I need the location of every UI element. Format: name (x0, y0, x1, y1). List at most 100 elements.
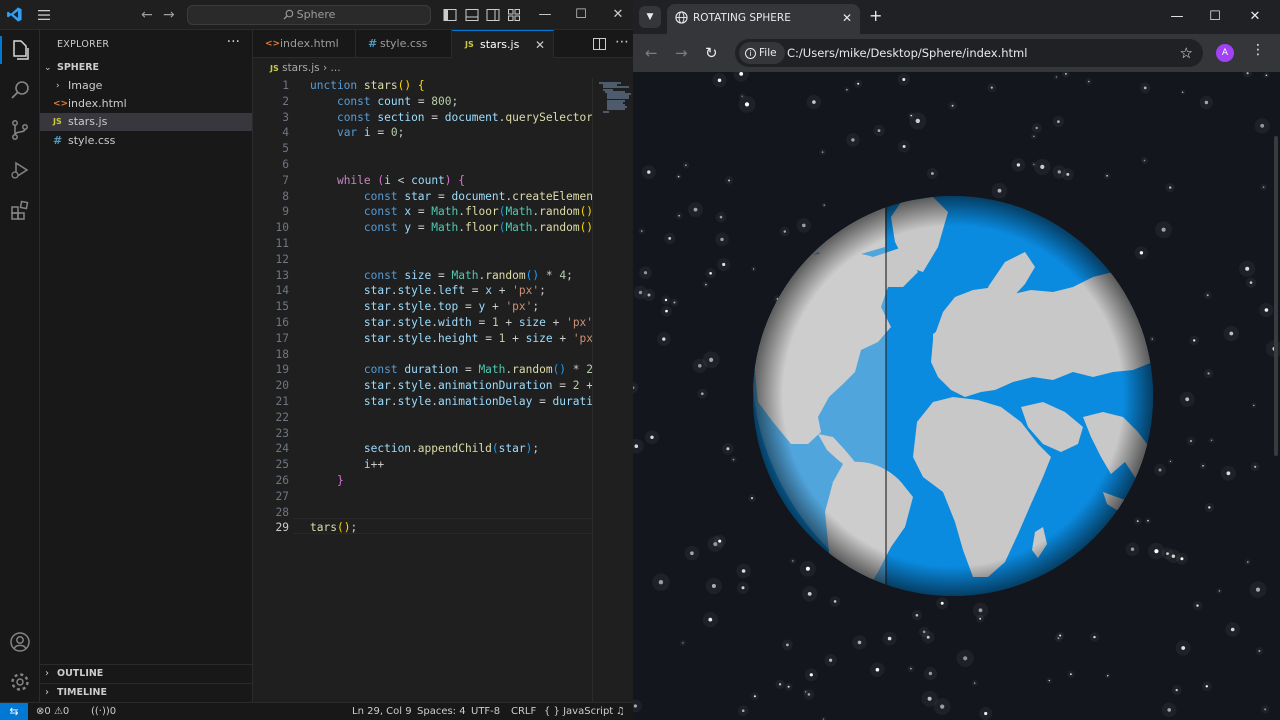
customize-layout-icon[interactable] (507, 8, 521, 22)
new-tab-plus-icon[interactable]: + (869, 5, 882, 27)
line-number: 3 (282, 110, 289, 124)
toggle-primary-sidebar-icon[interactable] (443, 8, 457, 22)
line-number: 10 (275, 221, 289, 235)
close-button[interactable]: ✕ (603, 0, 633, 30)
menu-icon[interactable] (36, 7, 52, 23)
breadcrumb: JS stars.js › ... (253, 58, 633, 78)
folder-root[interactable]: ⌄ SPHERE (40, 59, 252, 77)
js-file-icon: JS (270, 64, 279, 73)
minimize-button[interactable]: — (1158, 0, 1196, 34)
browser-window: ▼ ROTATING SPHERE ✕ + — ☐ ✕ ← → ↻ i File … (633, 0, 1280, 720)
url-text[interactable]: C:/Users/mike/Desktop/Sphere/index.html (787, 39, 1027, 67)
explorer-files-icon[interactable] (8, 38, 32, 62)
ports-indicator[interactable]: ((·))0 (91, 703, 116, 720)
tab-label: stars.js (480, 38, 520, 51)
settings-gear-icon[interactable] (8, 670, 32, 694)
line-number: 11 (275, 236, 289, 250)
tab-search-chevron-icon[interactable]: ▼ (639, 6, 661, 28)
line-number: 16 (275, 315, 289, 329)
end-of-line[interactable]: CRLF (511, 703, 536, 720)
line-number: 12 (275, 252, 289, 266)
js-file-icon: JS (465, 40, 474, 49)
line-number: 28 (275, 505, 289, 519)
timeline-section[interactable]: › TIMELINE (40, 683, 252, 701)
remote-indicator-icon[interactable]: ⇆ (0, 703, 28, 720)
line-number: 19 (275, 363, 289, 377)
tab-stars-js[interactable]: JS stars.js ✕ (452, 30, 554, 58)
close-icon[interactable]: ✕ (535, 31, 545, 59)
code-line-26: } (336, 473, 344, 487)
kebab-menu-icon[interactable]: ⋮ (1251, 42, 1265, 58)
tree-item-stars-js[interactable]: JS stars.js (40, 113, 252, 131)
breadcrumb-symbol[interactable]: ... (331, 62, 341, 74)
forward-arrow-icon[interactable]: → (675, 43, 688, 63)
code-line-13: const size = Math.random() * 4; (363, 268, 573, 282)
line-number: 29 (275, 521, 289, 535)
run-debug-icon[interactable] (8, 158, 32, 182)
outline-section[interactable]: › OUTLINE (40, 664, 252, 682)
more-actions-icon[interactable]: ⋯ (615, 34, 629, 50)
code-line-4: var i = 0; (336, 126, 405, 140)
tree-item-style-css[interactable]: # style.css (40, 132, 252, 150)
reload-icon[interactable]: ↻ (705, 43, 718, 63)
explorer-more-actions[interactable]: ··· (227, 34, 240, 50)
maximize-button[interactable]: ☐ (566, 0, 596, 30)
line-number: 20 (275, 379, 289, 393)
address-bar[interactable]: i File C:/Users/mike/Desktop/Sphere/index… (735, 39, 1203, 67)
code-line-8: const star = document.createElement(' (363, 189, 592, 203)
back-arrow-icon[interactable]: ← (645, 43, 658, 63)
line-number: 22 (275, 410, 289, 424)
toggle-secondary-sidebar-icon[interactable] (486, 8, 500, 22)
profile-avatar[interactable]: A (1216, 44, 1234, 62)
tree-item-label: index.html (68, 97, 127, 110)
tree-item-index-html[interactable]: <> index.html (40, 95, 252, 113)
toggle-panel-icon[interactable] (465, 8, 479, 22)
page-scrollbar[interactable] (1274, 136, 1278, 456)
html-file-icon: <> (265, 39, 281, 49)
tree-item-label: style.css (68, 134, 116, 147)
tree-item-image[interactable]: › Image (40, 77, 252, 95)
outline-label: OUTLINE (57, 668, 104, 679)
status-bar: ⇆ ⊗0 ⚠0 ((·))0 Ln 29, Col 9 Spaces: 4 UT… (0, 702, 633, 720)
code-content[interactable]: unction stars() { const count = 800; con… (310, 78, 592, 536)
tab-index-html[interactable]: <> index.html (253, 30, 356, 58)
minimap[interactable] (592, 78, 633, 702)
cursor-position[interactable]: Ln 29, Col 9 (352, 703, 412, 720)
split-editor-icon[interactable] (593, 38, 606, 50)
warning-icon: ⚠ (53, 706, 63, 717)
minimap-line (607, 108, 625, 111)
language-mode[interactable]: { } JavaScript (544, 703, 613, 720)
indentation[interactable]: Spaces: 4 (417, 703, 466, 720)
vscode-window: ← → Sphere — ☐ ✕ EXPLORER ··· ⌄ SPHERE ›… (0, 0, 633, 720)
maximize-button[interactable]: ☐ (1196, 0, 1234, 34)
breadcrumb-separator: › (322, 62, 328, 74)
site-info-chip[interactable]: i File (739, 42, 785, 64)
html-file-icon: <> (53, 99, 69, 109)
browser-tab[interactable]: ROTATING SPHERE ✕ (667, 4, 860, 34)
code-line-16: star.style.width = 1 + size + 'px'; (363, 315, 592, 329)
notifications-bell-icon[interactable]: ♫ (616, 703, 625, 720)
close-button[interactable]: ✕ (1236, 0, 1274, 34)
extensions-icon[interactable] (8, 198, 32, 222)
line-number: 26 (275, 473, 289, 487)
explorer-title: EXPLORER (57, 39, 110, 50)
code-line-20: star.style.animationDuration = 2 + du (363, 379, 592, 393)
minimize-button[interactable]: — (530, 0, 560, 30)
search-icon[interactable] (8, 78, 32, 102)
command-center[interactable]: Sphere (187, 5, 431, 25)
code-editor[interactable]: 1 2 3 4 5 6 7 8 9 10 11 12 13 14 15 16 17 18 19 20 21 22 23 24 2… (253, 78, 592, 702)
forward-arrow-icon[interactable]: → (163, 7, 175, 23)
code-line-2: const count = 800; (336, 94, 459, 108)
tab-style-css[interactable]: # style.css (356, 30, 452, 58)
close-icon[interactable]: ✕ (842, 4, 852, 32)
bookmark-star-icon[interactable]: ☆ (1180, 39, 1193, 67)
browser-tab-strip: ▼ ROTATING SPHERE ✕ + — ☐ ✕ (633, 0, 1280, 34)
accounts-icon[interactable] (8, 630, 32, 654)
problems-indicator[interactable]: ⊗0 ⚠0 (36, 703, 69, 720)
code-line-29: tars(); (310, 521, 358, 535)
source-control-icon[interactable] (8, 118, 32, 142)
encoding[interactable]: UTF-8 (471, 703, 500, 720)
breadcrumb-file[interactable]: stars.js (282, 62, 320, 74)
tree-item-label: stars.js (68, 115, 108, 128)
back-arrow-icon[interactable]: ← (141, 7, 153, 23)
